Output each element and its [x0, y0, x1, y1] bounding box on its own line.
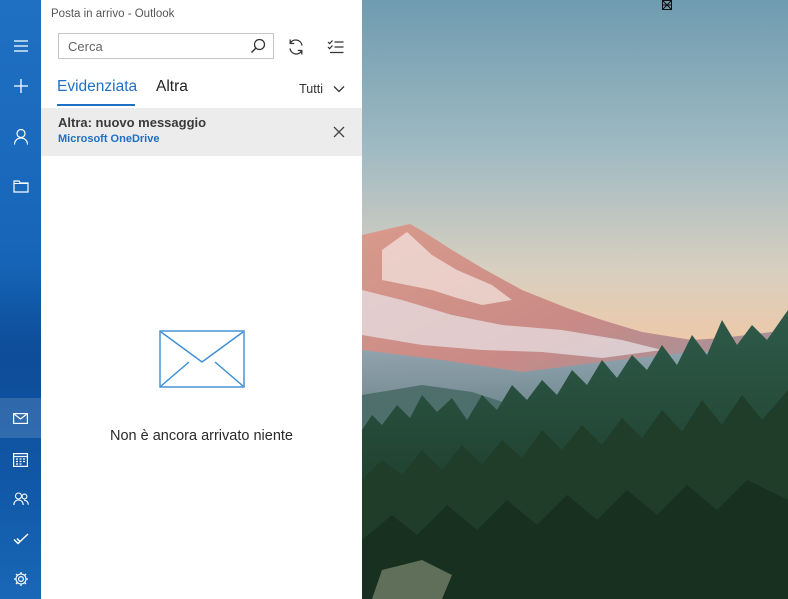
menu-icon	[13, 40, 28, 52]
tab-other[interactable]: Altra	[156, 78, 188, 96]
close-icon	[333, 126, 345, 138]
selection-mode-button[interactable]	[325, 36, 347, 58]
search-icon	[250, 38, 266, 54]
folder-icon	[12, 180, 29, 193]
landscape-illustration	[362, 0, 788, 599]
mail-list-pane: Posta in arrivo - Outlook Evidenziata Al…	[41, 0, 362, 599]
mail-icon	[13, 412, 28, 424]
navigation-rail	[0, 0, 41, 599]
filter-label: Tutti	[299, 82, 323, 96]
calendar-icon	[13, 452, 28, 467]
notice-sender[interactable]: Microsoft OneDrive	[58, 133, 159, 145]
settings-icon	[13, 572, 28, 586]
people-nav-button[interactable]	[0, 479, 41, 519]
menu-button[interactable]	[0, 26, 41, 66]
mail-nav-button[interactable]	[0, 398, 41, 438]
chevron-down-icon	[333, 86, 345, 93]
notice-title: Altra: nuovo messaggio	[58, 115, 207, 130]
todo-icon	[13, 533, 28, 545]
account-icon	[13, 128, 28, 145]
compose-plus-icon	[13, 79, 28, 93]
sync-button[interactable]	[285, 36, 307, 58]
tab-focused-underline	[57, 104, 135, 106]
calendar-nav-button[interactable]	[0, 439, 41, 479]
people-icon	[12, 492, 29, 506]
select-mode-icon	[327, 40, 344, 54]
close-window-button[interactable]	[662, 0, 788, 28]
tab-focused[interactable]: Evidenziata	[57, 78, 137, 96]
empty-state-message: Non è ancora arrivato niente	[110, 428, 293, 444]
notice-dismiss-button[interactable]	[333, 125, 345, 143]
search-box[interactable]	[58, 33, 274, 59]
filter-dropdown[interactable]: Tutti	[299, 82, 345, 96]
accounts-button[interactable]	[0, 116, 41, 156]
background-image	[362, 0, 788, 599]
window-title: Posta in arrivo - Outlook	[51, 8, 175, 20]
search-input[interactable]	[68, 37, 238, 55]
folders-button[interactable]	[0, 166, 41, 206]
new-mail-button[interactable]	[0, 66, 41, 106]
empty-mail-envelope-icon	[159, 330, 245, 388]
maximize-button[interactable]	[662, 0, 746, 28]
sync-icon	[289, 39, 303, 55]
close-icon	[662, 0, 672, 10]
other-inbox-notice[interactable]: Altra: nuovo messaggio Microsoft OneDriv…	[41, 108, 362, 156]
settings-nav-button[interactable]	[0, 559, 41, 599]
search-button[interactable]	[250, 38, 266, 59]
todo-nav-button[interactable]	[0, 519, 41, 559]
window-controls	[662, 0, 788, 28]
